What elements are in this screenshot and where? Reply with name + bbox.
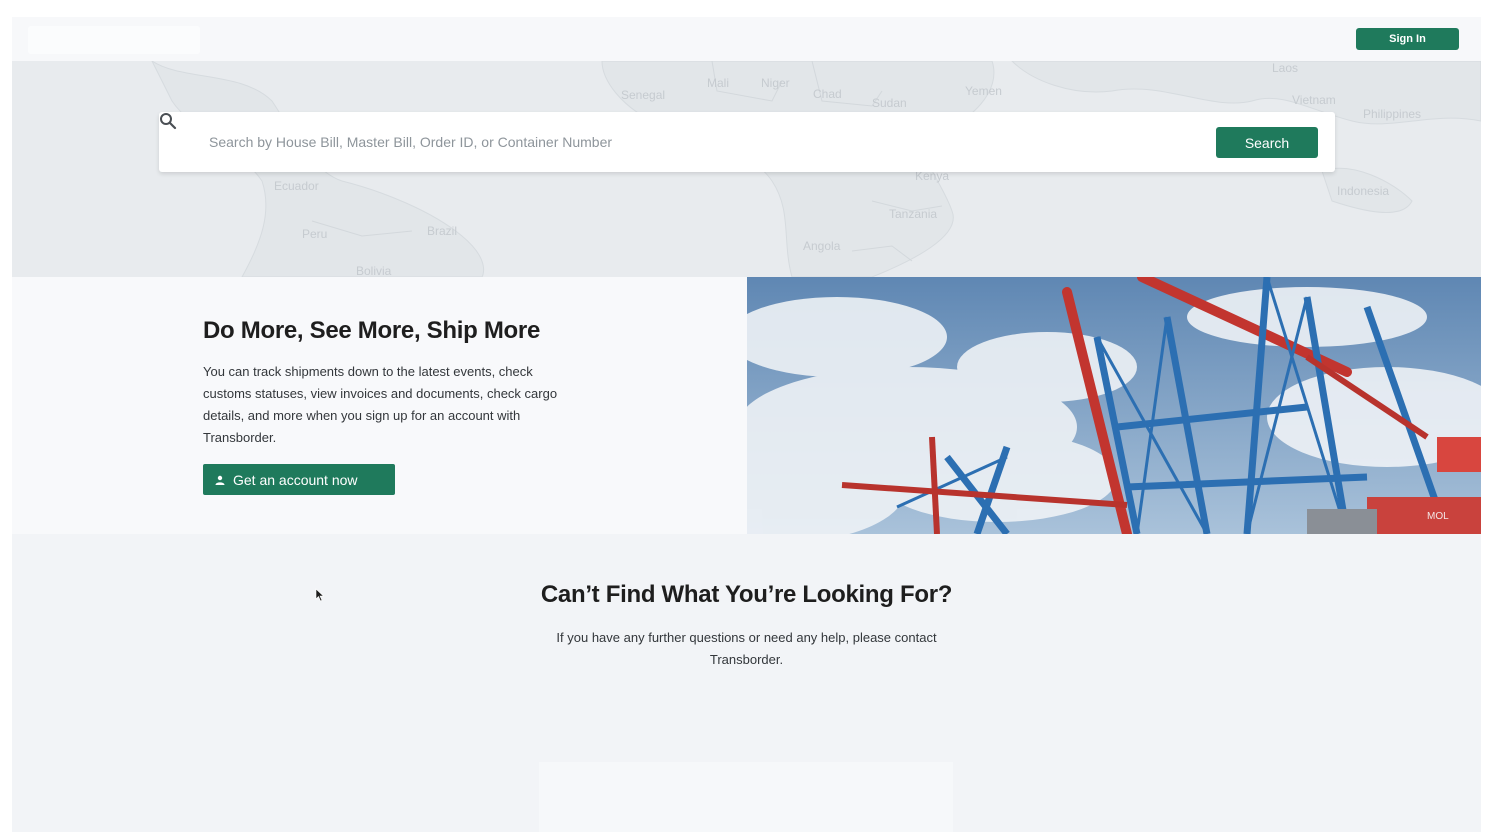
map-label-brazil: Brazil	[427, 224, 458, 238]
mouse-cursor-icon	[315, 588, 325, 602]
contact-card	[539, 762, 953, 832]
sign-in-button[interactable]: Sign In	[1356, 28, 1459, 50]
port-cranes-photo: MOL	[747, 277, 1481, 534]
map-label-ecuador: Ecuador	[274, 179, 319, 193]
container-mol-text: MOL	[1427, 511, 1449, 522]
logo[interactable]	[28, 26, 200, 54]
map-label-chad: Chad	[813, 87, 842, 101]
map-label-niger: Niger	[761, 76, 790, 90]
map-label-sudan: Sudan	[872, 96, 907, 110]
map-label-philippines: Philippines	[1363, 107, 1422, 121]
map-label-laos: Laos	[1272, 61, 1299, 75]
map-label-mali: Mali	[707, 76, 730, 90]
top-header: Sign In	[12, 17, 1481, 61]
port-cranes-illustration: MOL	[747, 277, 1481, 534]
map-label-angola: Angola	[803, 239, 841, 253]
contact-description: If you have any further questions or nee…	[556, 630, 937, 667]
map-label-peru: Peru	[302, 227, 328, 241]
promo-description: You can track shipments down to the late…	[203, 364, 558, 445]
contact-section: Can’t Find What You’re Looking For? If y…	[12, 534, 1481, 832]
search-icon	[160, 113, 177, 130]
promo-title: Do More, See More, Ship More	[203, 317, 540, 344]
map-label-senegal: Senegal	[621, 88, 666, 102]
world-map-background: Senegal Mali Niger Chad Sudan Yemen Laos…	[12, 61, 1481, 277]
search-card: Search	[159, 112, 1335, 172]
user-icon	[215, 475, 225, 485]
map-label-tanzania: Tanzania	[889, 207, 938, 221]
map-label-bolivia: Bolivia	[356, 264, 392, 277]
search-button[interactable]: Search	[1216, 127, 1318, 158]
search-input[interactable]	[209, 127, 1199, 157]
promo-section: Do More, See More, Ship More You can tra…	[12, 277, 1481, 534]
contact-title: Can’t Find What You’re Looking For?	[540, 581, 953, 608]
get-account-button[interactable]: Get an account now	[203, 464, 395, 495]
map-label-indonesia: Indonesia	[1337, 184, 1390, 198]
page-frame: Sign In Senegal Mali Niger Chad Sudan Ye…	[12, 17, 1481, 832]
map-label-vietnam: Vietnam	[1292, 93, 1336, 107]
map-label-yemen: Yemen	[965, 84, 1002, 98]
get-account-label: Get an account now	[233, 471, 358, 488]
